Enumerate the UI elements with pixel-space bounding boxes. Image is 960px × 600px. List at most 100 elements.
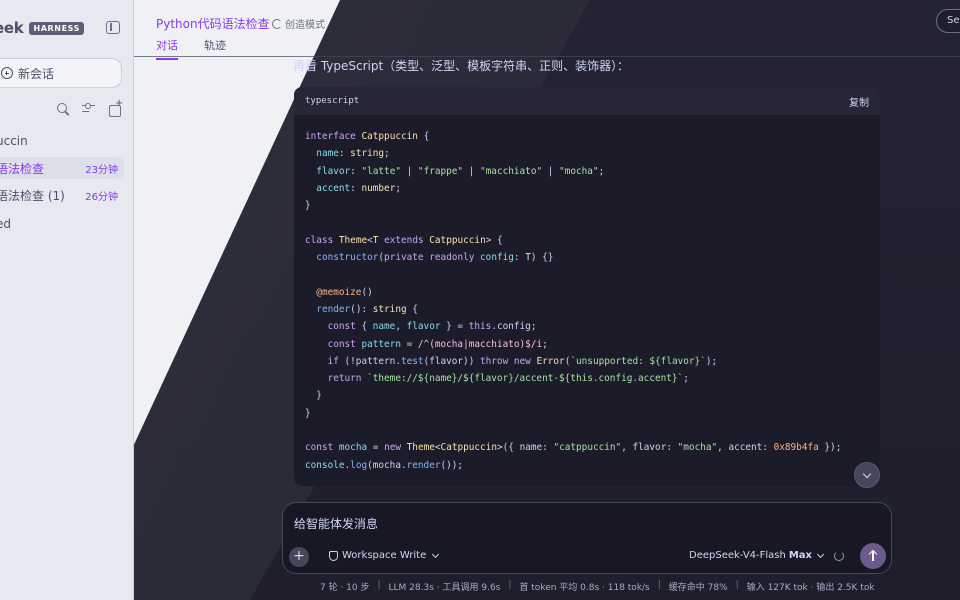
code-token: `unsupported: ${flavor}` <box>570 355 706 367</box>
code-token: log <box>350 459 368 471</box>
code-token: throw <box>480 355 509 367</box>
code-token: test <box>400 355 424 367</box>
code-token: : <box>513 252 526 264</box>
tab-chat[interactable]: 对话 <box>156 37 178 60</box>
code-token: name <box>316 148 339 160</box>
status-throughput: 首 token 平均 0.8s · 118 tok/s <box>519 583 650 593</box>
code-block: typescript 复制 interface Catppuccin { nam… <box>294 87 880 486</box>
code-token: console <box>305 459 345 471</box>
create-mode-label: 创造模式 <box>285 20 325 31</box>
code-token: return <box>327 373 362 385</box>
status-latency: LLM 28.3s · 工具调用 9.6s <box>388 583 501 593</box>
sidebar-item-label: 语法检查 <box>0 161 45 176</box>
create-mode-indicator[interactable]: 创造模式 <box>272 16 325 31</box>
status-bar: 7 轮 · 10 步 | LLM 28.3s · 工具调用 9.6s | 首 t… <box>320 580 875 593</box>
model-tier: Max <box>788 550 812 561</box>
search-icon[interactable] <box>56 102 70 116</box>
copy-code-button[interactable]: 复制 <box>849 94 869 109</box>
code-token: name <box>372 321 396 333</box>
code-token: >({ name: <box>497 442 554 454</box>
code-token: ) {} <box>530 252 554 264</box>
sidebar-item-label: 语法检查 (1) <box>0 188 65 203</box>
sidebar-item-label: ed <box>0 217 11 231</box>
code-line: name: string; <box>305 145 869 162</box>
code-token: (flavor)) <box>423 355 480 367</box>
code-line: } <box>305 405 869 422</box>
code-token: Catppuccin <box>440 442 497 454</box>
new-chat-button[interactable]: 新会话 <box>0 58 122 88</box>
code-token: "mocha" <box>677 442 718 454</box>
model-select[interactable]: DeepSeek-V4-Flash Max <box>689 550 825 561</box>
code-token: private <box>384 252 424 264</box>
code-token: = <box>400 338 418 350</box>
message-input[interactable]: 给智能体发消息 <box>294 515 378 532</box>
code-token: readonly <box>429 252 475 264</box>
code-token: : <box>350 182 362 194</box>
sidebar-item[interactable]: ed <box>0 213 124 235</box>
tab-trace[interactable]: 轨迹 <box>204 37 226 53</box>
code-token: | <box>463 165 481 177</box>
session-button[interactable]: Se <box>936 9 960 33</box>
sidebar-item-label: uccin <box>0 134 28 148</box>
code-token: "macchiato" <box>480 165 543 177</box>
new-chat-label: 新会话 <box>18 66 55 81</box>
code-token: , flavor: <box>621 442 678 454</box>
code-token: ; <box>395 182 401 194</box>
sliders-icon[interactable] <box>82 102 96 116</box>
scroll-to-bottom-button[interactable] <box>854 462 880 488</box>
code-token: } = <box>440 321 469 333</box>
code-line: const mocha = new Theme<Catppuccin>({ na… <box>305 439 869 456</box>
code-line: return `theme://${name}/${flavor}/accent… <box>305 370 869 387</box>
code-token: { <box>417 131 430 142</box>
status-separator: | <box>377 580 381 590</box>
code-token: "frappe" <box>417 165 464 177</box>
code-token: const <box>305 442 334 454</box>
code-token: > { <box>485 234 503 246</box>
code-token: ; <box>598 165 605 177</box>
attach-button[interactable]: + <box>289 547 309 567</box>
code-token: (!pattern. <box>338 355 401 367</box>
code-token: ; <box>683 373 689 385</box>
code-token: extends <box>384 234 424 246</box>
code-token: Catppuccin <box>361 131 418 142</box>
sidebar-item-active[interactable]: 语法检查 23分钟 <box>0 157 124 179</box>
code-line: flavor: "latte" | "frappe" | "macchiato"… <box>305 163 869 180</box>
sidebar-item[interactable]: 语法检查 (1) 26分钟 <box>0 184 124 206</box>
workspace-mode-select[interactable]: Workspace Write <box>329 550 440 561</box>
code-token: string <box>372 303 407 315</box>
code-token: flavor <box>406 321 441 333</box>
code-token: pattern <box>361 338 401 350</box>
code-line: if (!pattern.test(flavor)) throw new Err… <box>305 353 869 370</box>
compose-icon[interactable] <box>108 98 123 117</box>
sidebar-toggle-icon[interactable] <box>106 21 120 34</box>
code-token: Theme <box>338 234 368 246</box>
sidebar: eek HARNESS 新会话 uccin 语法检查 23分钟 语法检查 (1)… <box>0 0 134 600</box>
code-line: const pattern = /^(mocha|macchiato)$/i; <box>305 336 869 353</box>
composer: 给智能体发消息 + Workspace Write DeepSeek-V4-Fl… <box>282 502 892 574</box>
code-token: mocha <box>338 442 368 454</box>
code-token: .config; <box>491 321 537 333</box>
code-token: new <box>384 442 401 454</box>
sidebar-item[interactable]: uccin <box>0 130 124 152</box>
code-token: ; <box>542 338 548 350</box>
code-token: , accent: <box>717 442 774 454</box>
code-token: new <box>513 355 531 367</box>
code-token: }); <box>818 442 842 454</box>
shield-icon <box>329 550 338 561</box>
conversation-title[interactable]: Python代码语法检查 <box>156 15 270 32</box>
status-separator: | <box>735 580 739 590</box>
spinner-icon <box>834 551 844 561</box>
code-token: if <box>327 355 339 367</box>
code-line: class Theme<T extends Catppuccin> { <box>305 232 869 249</box>
send-button[interactable] <box>860 543 886 569</box>
code-token: "mocha" <box>559 165 599 177</box>
status-rounds: 7 轮 · 10 步 <box>320 583 370 593</box>
code-token: Error <box>536 355 565 367</box>
code-token: ()); <box>440 459 464 471</box>
code-line: console.log(mocha.render()); <box>305 457 869 474</box>
